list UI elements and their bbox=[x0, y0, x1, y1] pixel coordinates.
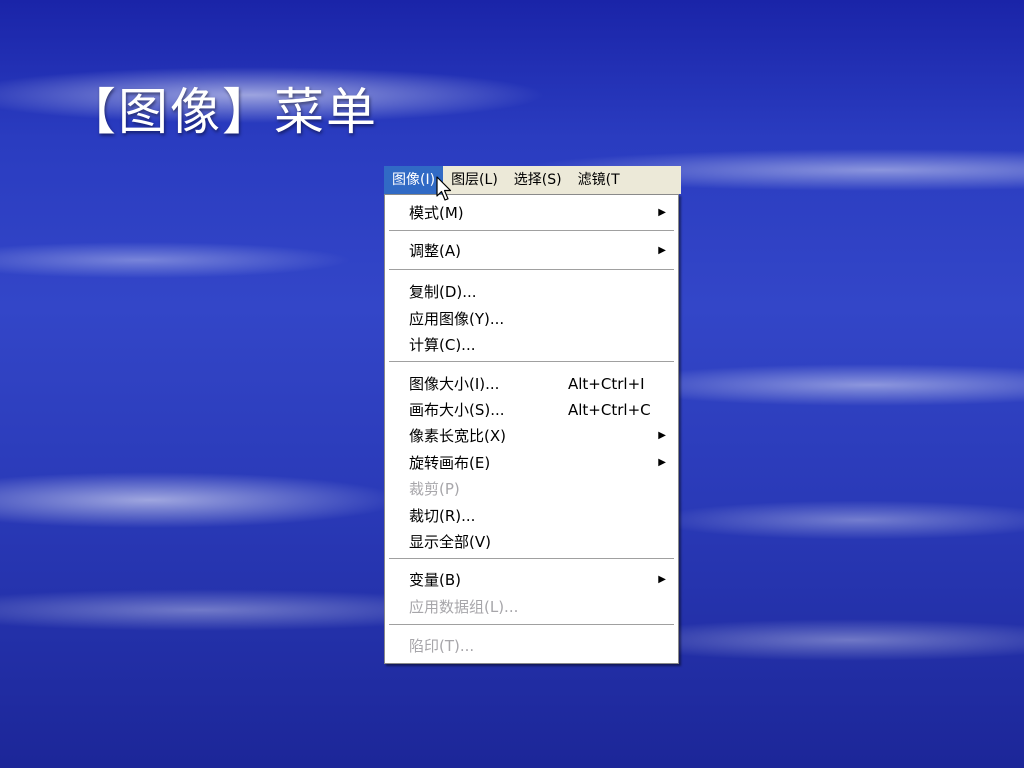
menu-item-crop: 裁剪(P) bbox=[385, 476, 678, 502]
menu-bar: 图像(I) 图层(L) 选择(S) 滤镜(T bbox=[384, 166, 681, 194]
menu-item-label: 裁剪(P) bbox=[409, 480, 460, 498]
menu-item-duplicate[interactable]: 复制(D)... bbox=[385, 279, 678, 305]
menu-item-adjust[interactable]: 调整(A) ▶ bbox=[385, 238, 678, 264]
menubar-item-filter[interactable]: 滤镜(T bbox=[570, 166, 628, 194]
menu-separator bbox=[389, 624, 674, 626]
menu-separator bbox=[389, 230, 674, 232]
slide-title: 【图像】菜单 bbox=[66, 83, 378, 141]
menu-item-label: 裁切(R)... bbox=[409, 507, 476, 525]
menu-separator bbox=[389, 558, 674, 560]
submenu-arrow-icon: ▶ bbox=[658, 457, 666, 468]
menu-item-label: 画布大小(S)... bbox=[409, 401, 505, 419]
menu-item-label: 应用图像(Y)... bbox=[409, 310, 505, 328]
menu-separator bbox=[389, 361, 674, 363]
submenu-arrow-icon: ▶ bbox=[658, 574, 666, 585]
menu-item-mode[interactable]: 模式(M) ▶ bbox=[385, 200, 678, 226]
menu-item-label: 图像大小(I)... bbox=[409, 375, 500, 393]
menu-item-variables[interactable]: 变量(B) ▶ bbox=[385, 567, 678, 593]
image-dropdown-menu: 模式(M) ▶ 调整(A) ▶ 复制(D)... 应用图像(Y)... 计算(C… bbox=[384, 194, 679, 664]
menu-item-label: 复制(D)... bbox=[409, 283, 477, 301]
menu-item-reveal-all[interactable]: 显示全部(V) bbox=[385, 529, 678, 555]
menu-item-trap: 陷印(T)... bbox=[385, 633, 678, 659]
menu-item-pixel-aspect-ratio[interactable]: 像素长宽比(X) ▶ bbox=[385, 423, 678, 449]
menu-item-label: 旋转画布(E) bbox=[409, 454, 491, 472]
menu-item-label: 应用数据组(L)... bbox=[409, 598, 519, 616]
menu-item-calculations[interactable]: 计算(C)... bbox=[385, 332, 678, 358]
menu-separator bbox=[389, 269, 674, 271]
menu-item-label: 计算(C)... bbox=[409, 336, 476, 354]
menubar-item-image[interactable]: 图像(I) bbox=[384, 166, 444, 194]
mouse-pointer-icon bbox=[436, 176, 452, 201]
menu-item-shortcut: Alt+Ctrl+C bbox=[568, 401, 651, 419]
menu-item-label: 陷印(T)... bbox=[409, 637, 475, 655]
menu-item-shortcut: Alt+Ctrl+I bbox=[568, 375, 645, 393]
menu-item-label: 显示全部(V) bbox=[409, 533, 491, 551]
submenu-arrow-icon: ▶ bbox=[658, 245, 666, 256]
menubar-item-select[interactable]: 选择(S) bbox=[506, 166, 570, 194]
menu-item-apply-image[interactable]: 应用图像(Y)... bbox=[385, 306, 678, 332]
menu-item-label: 调整(A) bbox=[409, 242, 461, 260]
menu-item-trim[interactable]: 裁切(R)... bbox=[385, 503, 678, 529]
submenu-arrow-icon: ▶ bbox=[658, 207, 666, 218]
menu-item-label: 变量(B) bbox=[409, 571, 461, 589]
menu-item-canvas-size[interactable]: 画布大小(S)... Alt+Ctrl+C bbox=[385, 397, 678, 423]
menu-item-rotate-canvas[interactable]: 旋转画布(E) ▶ bbox=[385, 450, 678, 476]
menu-item-label: 像素长宽比(X) bbox=[409, 427, 506, 445]
submenu-arrow-icon: ▶ bbox=[658, 430, 666, 441]
menu-item-apply-data-set: 应用数据组(L)... bbox=[385, 594, 678, 620]
menu-item-image-size[interactable]: 图像大小(I)... Alt+Ctrl+I bbox=[385, 371, 678, 397]
